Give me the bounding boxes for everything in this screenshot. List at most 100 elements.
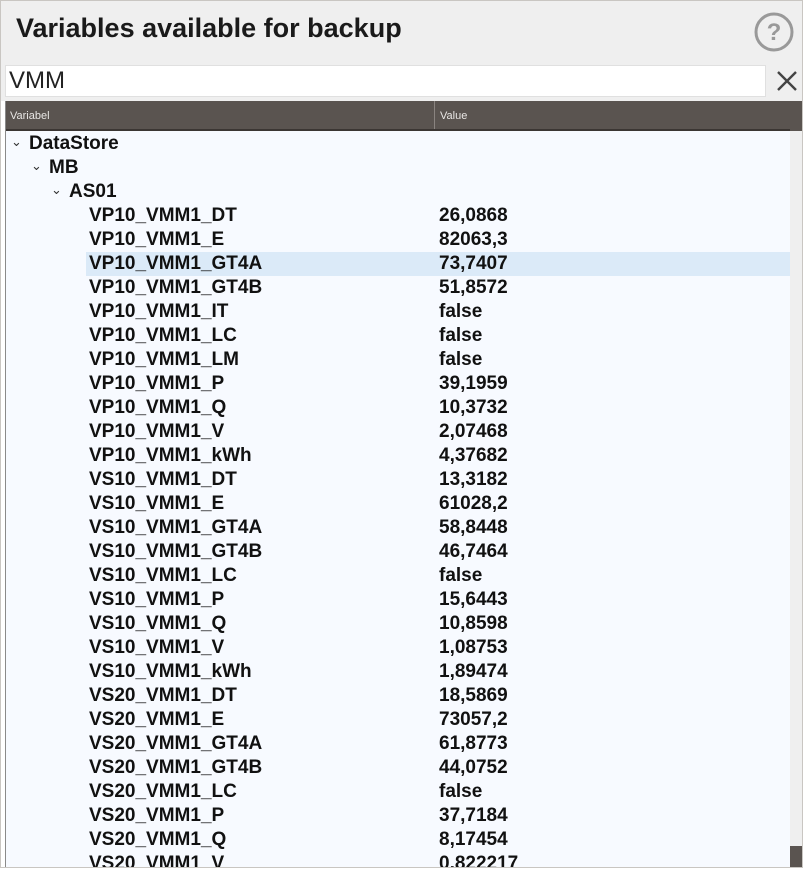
variable-row[interactable]: VP10_VMM1_GT4A 73,7407 xyxy=(86,252,790,276)
variable-value: 61028,2 xyxy=(439,493,508,514)
variable-value: 0,822217 xyxy=(439,853,519,868)
variable-row[interactable]: VP10_VMM1_Q 10,3732 xyxy=(6,396,790,420)
variable-row[interactable]: VP10_VMM1_IT false xyxy=(6,300,790,324)
variable-row[interactable]: VP10_VMM1_GT4B 51,8572 xyxy=(6,276,790,300)
variable-value: 39,1959 xyxy=(439,373,508,394)
variable-row[interactable]: VP10_VMM1_E 82063,3 xyxy=(6,228,790,252)
scroll-up-area[interactable] xyxy=(790,101,802,131)
variable-row[interactable]: VP10_VMM1_LC false xyxy=(6,324,790,348)
variable-value: false xyxy=(439,349,483,370)
variable-value: 10,3732 xyxy=(439,397,508,418)
variable-row[interactable]: VS20_VMM1_E 73057,2 xyxy=(6,708,790,732)
variable-name: VS20_VMM1_GT4B xyxy=(89,757,263,778)
variable-name: VS10_VMM1_kWh xyxy=(89,661,252,682)
variable-row[interactable]: VP10_VMM1_kWh 4,37682 xyxy=(6,444,790,468)
variable-name: VP10_VMM1_V xyxy=(89,421,225,442)
tree-node-datastore[interactable]: ⌄ DataStore xyxy=(6,132,790,156)
variable-value: 73057,2 xyxy=(439,709,508,730)
variable-row[interactable]: VS20_VMM1_P 37,7184 xyxy=(6,804,790,828)
variable-value: false xyxy=(439,781,483,802)
tree-node-as01[interactable]: ⌄ AS01 xyxy=(6,180,790,204)
column-header-value[interactable]: Value xyxy=(436,101,790,129)
tree-node-label: DataStore xyxy=(29,133,119,154)
variable-row[interactable]: VS10_VMM1_V 1,08753 xyxy=(6,636,790,660)
variable-row[interactable]: VS10_VMM1_P 15,6443 xyxy=(6,588,790,612)
variable-row[interactable]: VS20_VMM1_DT 18,5869 xyxy=(6,684,790,708)
variable-row[interactable]: VS10_VMM1_GT4B 46,7464 xyxy=(6,540,790,564)
variable-value: 46,7464 xyxy=(439,541,508,562)
variable-row[interactable]: VS10_VMM1_DT 13,3182 xyxy=(6,468,790,492)
vertical-scrollbar[interactable] xyxy=(790,101,802,867)
variable-name: VP10_VMM1_kWh xyxy=(89,445,252,466)
variable-row[interactable]: VS10_VMM1_kWh 1,89474 xyxy=(6,660,790,684)
variable-name: VS20_VMM1_E xyxy=(89,709,225,730)
variables-table: Variabel Value ⌄ DataStore ⌄ MB ⌄ AS01 V… xyxy=(5,101,802,868)
variable-name: VS20_VMM1_P xyxy=(89,805,225,826)
variable-name: VS10_VMM1_GT4A xyxy=(89,517,263,538)
variable-value: 58,8448 xyxy=(439,517,508,538)
column-header-variable[interactable]: Variabel xyxy=(6,101,435,129)
variable-name: VP10_VMM1_LC xyxy=(89,325,237,346)
variable-row[interactable]: VS20_VMM1_V 0,822217 xyxy=(6,852,790,868)
variable-row[interactable]: VS20_VMM1_GT4A 61,8773 xyxy=(6,732,790,756)
svg-text:?: ? xyxy=(767,19,782,46)
variable-row[interactable]: VS10_VMM1_Q 10,8598 xyxy=(6,612,790,636)
variable-row[interactable]: VP10_VMM1_LM false xyxy=(6,348,790,372)
variable-row[interactable]: VS20_VMM1_Q 8,17454 xyxy=(6,828,790,852)
dialog-window: Variables available for backup ? VMM Var… xyxy=(0,0,803,868)
variable-name: VP10_VMM1_GT4A xyxy=(89,253,263,274)
variable-name: VP10_VMM1_E xyxy=(89,229,225,250)
variable-row[interactable]: VS20_VMM1_LC false xyxy=(6,780,790,804)
variable-name: VS10_VMM1_E xyxy=(89,493,225,514)
variable-name: VS10_VMM1_P xyxy=(89,589,225,610)
variable-value: 8,17454 xyxy=(439,829,508,850)
variable-row[interactable]: VS10_VMM1_E 61028,2 xyxy=(6,492,790,516)
search-row: VMM xyxy=(1,63,802,101)
variable-value: false xyxy=(439,565,483,586)
tree-node-label: MB xyxy=(49,157,79,178)
variable-value: 18,5869 xyxy=(439,685,508,706)
variable-value: 4,37682 xyxy=(439,445,508,466)
variable-value: 82063,3 xyxy=(439,229,508,250)
variable-row[interactable]: VP10_VMM1_DT 26,0868 xyxy=(6,204,790,228)
question-circle-icon[interactable]: ? xyxy=(754,12,794,52)
variable-value: 1,89474 xyxy=(439,661,508,682)
variable-name: VP10_VMM1_DT xyxy=(89,205,237,226)
chevron-down-icon[interactable]: ⌄ xyxy=(31,156,42,180)
variable-value: 26,0868 xyxy=(439,205,508,226)
variable-name: VS10_VMM1_Q xyxy=(89,613,227,634)
variable-row[interactable]: VP10_VMM1_P 39,1959 xyxy=(6,372,790,396)
variable-row[interactable]: VS20_VMM1_GT4B 44,0752 xyxy=(6,756,790,780)
variable-name: VS10_VMM1_DT xyxy=(89,469,237,490)
dialog-title: Variables available for backup xyxy=(16,13,402,43)
x-icon[interactable] xyxy=(773,67,801,95)
variable-value: 15,6443 xyxy=(439,589,508,610)
variable-value: 1,08753 xyxy=(439,637,508,658)
variable-name: VP10_VMM1_LM xyxy=(89,349,239,370)
variable-value: 2,07468 xyxy=(439,421,508,442)
variable-value: 10,8598 xyxy=(439,613,508,634)
variable-value: false xyxy=(439,325,483,346)
variable-name: VS20_VMM1_V xyxy=(89,853,225,868)
variable-name: VS20_VMM1_LC xyxy=(89,781,237,802)
variable-name: VS10_VMM1_V xyxy=(89,637,225,658)
scroll-down-area[interactable] xyxy=(790,846,802,867)
tree-body: ⌄ DataStore ⌄ MB ⌄ AS01 VP10_VMM1_DT 26,0… xyxy=(6,131,790,868)
chevron-down-icon[interactable]: ⌄ xyxy=(51,180,62,204)
variable-value: false xyxy=(439,301,483,322)
table-header: Variabel Value xyxy=(6,101,790,131)
variable-value: 37,7184 xyxy=(439,805,508,826)
variable-row[interactable]: VP10_VMM1_V 2,07468 xyxy=(6,420,790,444)
variable-name: VS10_VMM1_LC xyxy=(89,565,237,586)
variable-value: 13,3182 xyxy=(439,469,508,490)
variable-name: VS20_VMM1_DT xyxy=(89,685,237,706)
search-input[interactable]: VMM xyxy=(5,65,766,97)
variable-value: 44,0752 xyxy=(439,757,508,778)
variable-value: 51,8572 xyxy=(439,277,508,298)
variable-value: 61,8773 xyxy=(439,733,508,754)
variable-value: 73,7407 xyxy=(439,253,508,274)
variable-row[interactable]: VS10_VMM1_GT4A 58,8448 xyxy=(6,516,790,540)
chevron-down-icon[interactable]: ⌄ xyxy=(11,132,22,156)
tree-node-mb[interactable]: ⌄ MB xyxy=(6,156,790,180)
variable-row[interactable]: VS10_VMM1_LC false xyxy=(6,564,790,588)
